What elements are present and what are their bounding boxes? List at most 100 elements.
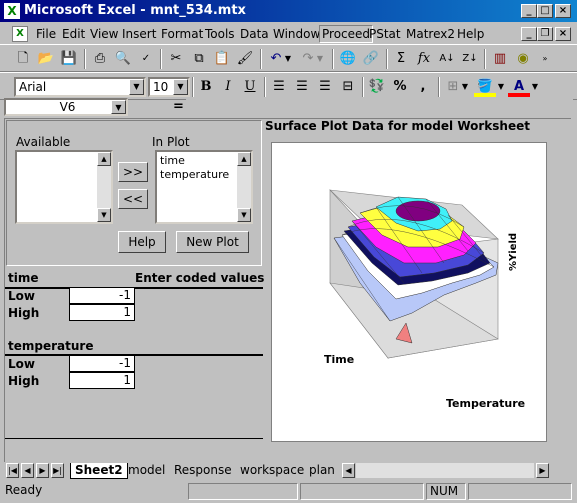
menu-file[interactable]: File (36, 27, 56, 41)
toolbar-more-icon[interactable]: » (540, 49, 550, 69)
remove-from-plot-button[interactable]: << (118, 189, 148, 209)
underline-icon[interactable]: U (239, 77, 261, 97)
time-low-input[interactable]: -1 (69, 287, 135, 304)
chevron-down-icon[interactable]: ▼ (129, 79, 144, 95)
first-sheet-icon[interactable]: |◀ (6, 463, 19, 478)
tab-response[interactable]: Response (174, 463, 232, 479)
align-right-icon[interactable]: ☰ (314, 77, 336, 97)
scroll-down-icon[interactable]: ▼ (97, 208, 111, 222)
spelling-icon[interactable]: ✓ (135, 49, 157, 69)
formula-equals-icon[interactable]: = (173, 99, 184, 114)
format-painter-icon[interactable]: 🖌 (234, 49, 256, 69)
status-pane (300, 483, 424, 500)
redo-dropdown-icon[interactable]: ▼ (315, 49, 325, 69)
comma-icon[interactable]: , (412, 77, 434, 97)
autosum-icon[interactable]: Σ (390, 49, 412, 69)
help-button[interactable]: Help (118, 231, 166, 253)
menu-format[interactable]: Format (161, 27, 203, 41)
fill-color-icon[interactable]: 🪣 (474, 77, 496, 97)
chevron-down-icon[interactable]: ▼ (173, 79, 188, 95)
excel-icon[interactable]: X (4, 3, 20, 19)
maximize-button[interactable]: □ (537, 4, 553, 18)
horizontal-scrollbar[interactable] (356, 463, 534, 478)
align-center-icon[interactable]: ☰ (291, 77, 313, 97)
chart-wizard-icon[interactable]: ▥ (489, 49, 511, 69)
temperature-low-input[interactable]: -1 (69, 355, 135, 372)
scroll-up-icon[interactable]: ▲ (97, 152, 111, 166)
function-icon[interactable]: fx (413, 49, 435, 69)
menu-proceed[interactable]: Proceed (319, 25, 374, 43)
percent-icon[interactable]: % (389, 77, 411, 97)
menu-help[interactable]: Help (457, 27, 484, 41)
menu-pstat[interactable]: PStat (369, 27, 401, 41)
formula-input[interactable] (186, 98, 573, 116)
hscroll-right-icon[interactable]: ▶ (536, 463, 549, 478)
tab-model[interactable]: model (128, 463, 165, 479)
cut-icon[interactable]: ✂ (165, 49, 187, 69)
fill-color-dropdown-icon[interactable]: ▼ (496, 77, 506, 97)
bold-icon[interactable]: B (195, 77, 217, 97)
next-sheet-icon[interactable]: ▶ (36, 463, 49, 478)
menu-data[interactable]: Data (240, 27, 269, 41)
available-list[interactable]: ▲ ▼ (15, 150, 113, 224)
hscroll-left-icon[interactable]: ◀ (342, 463, 355, 478)
menu-tools[interactable]: Tools (205, 27, 235, 41)
font-size-select[interactable]: 10 ▼ (148, 77, 190, 97)
doc-close-button[interactable]: × (555, 27, 571, 41)
name-box[interactable]: V6 ▼ (4, 98, 128, 116)
available-scrollbar[interactable]: ▲ ▼ (97, 152, 111, 222)
scroll-down-icon[interactable]: ▼ (237, 208, 251, 222)
sort-ascending-icon[interactable]: A↓ (436, 49, 458, 69)
assistant-icon[interactable]: ◉ (512, 49, 534, 69)
toolbar-separator (362, 77, 364, 97)
last-sheet-icon[interactable]: ▶| (51, 463, 64, 478)
doc-restore-button[interactable]: ❐ (537, 27, 553, 41)
font-color-dropdown-icon[interactable]: ▼ (530, 77, 540, 97)
close-button[interactable]: × (555, 4, 571, 18)
web-globe-icon[interactable]: 🌐 (337, 49, 359, 69)
menu-matrex2[interactable]: Matrex2 (406, 27, 455, 41)
open-icon[interactable]: 📂 (35, 49, 57, 69)
minimize-button[interactable]: _ (521, 4, 537, 18)
inplot-item-time[interactable]: time (160, 154, 185, 167)
align-left-icon[interactable]: ☰ (268, 77, 290, 97)
new-icon[interactable]: 🗋 (12, 49, 34, 69)
copy-icon[interactable]: ⧉ (188, 49, 210, 69)
scroll-up-icon[interactable]: ▲ (237, 152, 251, 166)
print-preview-icon[interactable]: 🔍 (112, 49, 134, 69)
paste-icon[interactable]: 📋 (211, 49, 233, 69)
prev-sheet-icon[interactable]: ◀ (21, 463, 34, 478)
currency-icon[interactable]: 💱 (366, 77, 388, 97)
new-plot-button[interactable]: New Plot (176, 231, 249, 253)
hyperlink-icon[interactable]: 🔗 (360, 49, 382, 69)
font-color-icon[interactable]: A (508, 77, 530, 97)
worksheet-area: Available In Plot ▲ ▼ >> << time tempera… (4, 118, 571, 462)
menu-window[interactable]: Window (273, 27, 320, 41)
save-icon[interactable]: 💾 (58, 49, 80, 69)
tab-plan[interactable]: plan (309, 463, 335, 479)
surface-plot-frame[interactable]: %Yield Time Temperature (271, 142, 547, 442)
sort-descending-icon[interactable]: Z↓ (459, 49, 481, 69)
font-name-select[interactable]: Arial ▼ (14, 77, 146, 97)
doc-minimize-button[interactable]: _ (521, 27, 537, 41)
merge-center-icon[interactable]: ⊟ (337, 77, 359, 97)
chevron-down-icon[interactable]: ▼ (111, 100, 126, 114)
inplot-scrollbar[interactable]: ▲ ▼ (237, 152, 251, 222)
temperature-high-input[interactable]: 1 (69, 372, 135, 389)
inplot-list[interactable]: time temperature ▲ ▼ (155, 150, 253, 224)
tab-workspace[interactable]: workspace (240, 463, 304, 479)
menu-insert[interactable]: Insert (122, 27, 156, 41)
toolbar-separator (264, 77, 266, 97)
print-icon[interactable]: ⎙ (89, 49, 111, 69)
workbook-icon[interactable]: X (12, 26, 28, 42)
time-high-input[interactable]: 1 (69, 304, 135, 321)
toolbar-separator (260, 49, 262, 69)
inplot-item-temperature[interactable]: temperature (160, 168, 229, 181)
borders-dropdown-icon[interactable]: ▼ (460, 77, 470, 97)
menu-view[interactable]: View (90, 27, 118, 41)
menu-edit[interactable]: Edit (62, 27, 85, 41)
add-to-plot-button[interactable]: >> (118, 162, 148, 182)
undo-dropdown-icon[interactable]: ▼ (283, 49, 293, 69)
tab-sheet2[interactable]: Sheet2 (70, 463, 128, 479)
italic-icon[interactable]: I (217, 77, 239, 97)
